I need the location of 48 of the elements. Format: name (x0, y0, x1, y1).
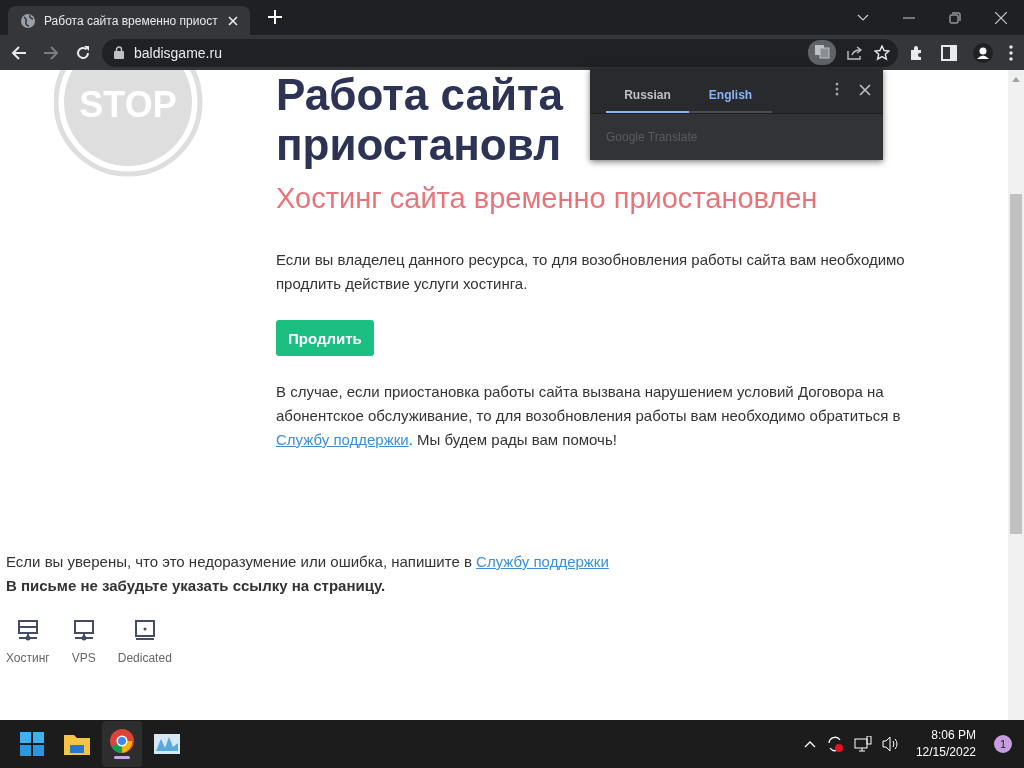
bold-note: В письме не забудьте указать ссылку на страницу. (6, 576, 387, 596)
windows-start-icon[interactable] (20, 732, 44, 756)
service-label[interactable]: Хостинг (6, 646, 50, 670)
network-icon[interactable] (853, 736, 872, 752)
minimize-icon[interactable] (903, 16, 915, 19)
address-bar[interactable]: baldisgame.ru (102, 38, 898, 67)
tab-title: Работа сайта временно приост (44, 13, 219, 28)
page-heading: приостановл (276, 120, 562, 170)
close-icon[interactable] (859, 84, 871, 96)
chevron-down-icon[interactable] (857, 13, 869, 22)
page-heading: Работа сайта (276, 70, 563, 120)
close-icon[interactable] (995, 11, 1007, 24)
globe-icon (20, 12, 36, 29)
translate-icon[interactable] (814, 43, 830, 59)
reload-icon[interactable] (75, 44, 91, 61)
star-icon[interactable] (874, 44, 890, 61)
lock-icon (114, 46, 124, 59)
browser-tab[interactable]: Работа сайта временно приост (8, 6, 250, 35)
speaker-icon[interactable] (881, 736, 900, 752)
forward-arrow-icon[interactable] (43, 45, 59, 60)
chart-window-icon[interactable] (154, 733, 180, 755)
more-vertical-icon[interactable] (1009, 44, 1013, 61)
service-label[interactable]: Dedicated (117, 646, 172, 670)
browser-icon[interactable] (110, 729, 134, 753)
dedicated-icon (132, 618, 157, 642)
side-panel-icon[interactable] (941, 44, 957, 61)
notice-text: Если вы уверены, что это недоразумение или ошибка, напишите в Службу поддержки (6, 552, 610, 572)
monitor-icon (71, 618, 96, 642)
sync-icon[interactable] (825, 735, 844, 753)
scrollbar-thumb[interactable] (1010, 194, 1022, 534)
clock[interactable]: 8:06 PM 12/15/2022 (915, 727, 976, 761)
notification-badge[interactable]: 1 (994, 735, 1012, 753)
paragraph: В случае, если приостановка работы сайта вызвана нарушением условий Договора на абонентское обслуживание, то для возобновления работы вам необходимо обратиться в Службу поддержки. Мы будем рады вам помочь! (276, 382, 902, 450)
folder-icon[interactable] (64, 733, 90, 755)
share-icon[interactable] (846, 44, 864, 61)
back-arrow-icon[interactable] (11, 45, 27, 60)
page-subheading: Хостинг сайта временно приостановлен (276, 181, 819, 216)
support-link[interactable]: Службу поддержки (476, 553, 609, 570)
address-text: baldisgame.ru (134, 44, 223, 61)
plus-icon[interactable] (268, 10, 282, 24)
support-link[interactable]: Службу поддержки (276, 431, 409, 448)
service-label[interactable]: VPS (71, 646, 96, 670)
chevron-up-icon[interactable] (803, 740, 816, 748)
restore-icon[interactable] (949, 11, 961, 24)
profile-icon[interactable] (973, 42, 993, 63)
more-vertical-icon[interactable] (835, 82, 839, 96)
server-icon (15, 618, 40, 642)
paragraph: Если вы владелец данного ресурса, то для возобновления работы сайта вам необходимо продлить действие услуги хостинга. (276, 250, 906, 294)
